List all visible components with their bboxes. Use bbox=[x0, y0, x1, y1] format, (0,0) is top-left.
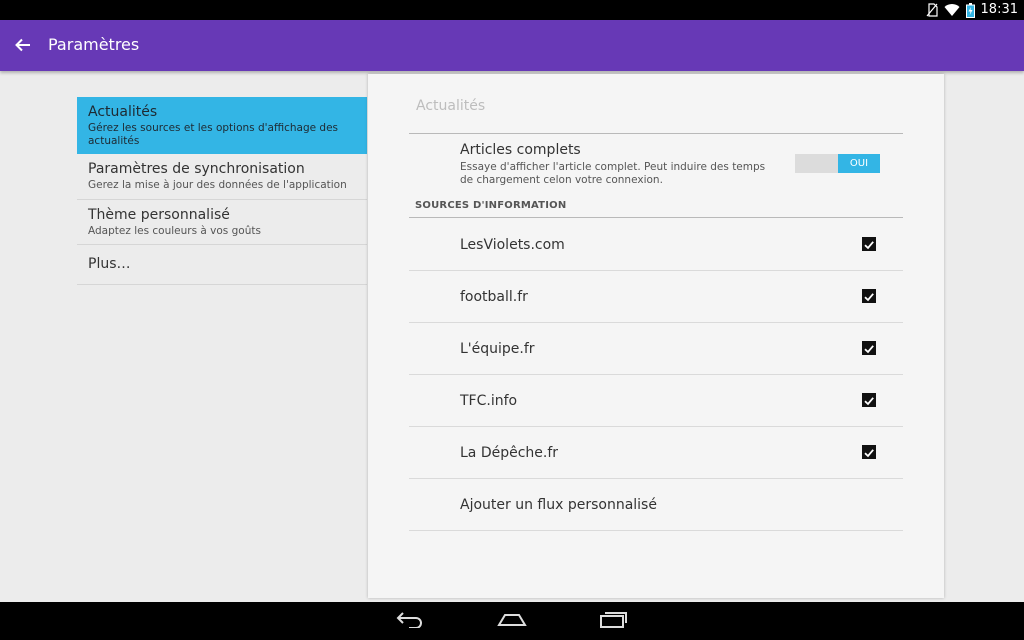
source-label: TFC.info bbox=[460, 393, 518, 409]
source-item-lequipe[interactable]: L'équipe.fr bbox=[409, 323, 903, 375]
nav-item-theme[interactable]: Thème personnalisé Adaptez les couleurs … bbox=[77, 200, 367, 245]
divider bbox=[409, 133, 903, 134]
nav-item-actualites[interactable]: Actualités Gérez les sources et les opti… bbox=[77, 97, 367, 154]
source-item-ladepeche[interactable]: La Dépêche.fr bbox=[409, 427, 903, 479]
toggle-on-label: OUI bbox=[838, 154, 880, 173]
page-title: Paramètres bbox=[48, 35, 140, 54]
home-icon bbox=[497, 612, 527, 631]
section-title: Actualités bbox=[416, 98, 486, 114]
nav-home-button[interactable] bbox=[495, 610, 529, 632]
back-nav-icon bbox=[395, 610, 425, 632]
nav-item-title: Thème personnalisé bbox=[88, 207, 230, 223]
status-bar: 18:31 bbox=[0, 0, 1024, 20]
nav-back-button[interactable] bbox=[393, 610, 427, 632]
nav-item-subtitle: Adaptez les couleurs à vos goûts bbox=[88, 225, 261, 237]
arrow-back-icon bbox=[15, 37, 31, 56]
nav-item-plus[interactable]: Plus… bbox=[77, 245, 367, 285]
battery-charging-icon bbox=[965, 2, 975, 18]
no-sim-icon bbox=[926, 3, 938, 17]
check-icon bbox=[864, 241, 874, 250]
system-nav-bar bbox=[0, 602, 1024, 640]
divider bbox=[409, 217, 903, 218]
settings-detail-panel: Actualités Articles complets Essaye d'af… bbox=[368, 74, 944, 598]
nav-item-title: Actualités bbox=[88, 104, 158, 120]
check-icon bbox=[864, 449, 874, 458]
app-bar: Paramètres bbox=[0, 20, 1024, 71]
add-custom-feed-label: Ajouter un flux personnalisé bbox=[460, 497, 657, 513]
recents-icon bbox=[599, 610, 629, 632]
source-label: LesViolets.com bbox=[460, 237, 565, 253]
source-checkbox[interactable] bbox=[862, 393, 876, 407]
nav-item-synchronisation[interactable]: Paramètres de synchronisation Gerez la m… bbox=[77, 154, 367, 200]
source-checkbox[interactable] bbox=[862, 341, 876, 355]
source-label: football.fr bbox=[460, 289, 528, 305]
add-custom-feed-item[interactable]: Ajouter un flux personnalisé bbox=[409, 479, 903, 531]
nav-recents-button[interactable] bbox=[597, 610, 631, 632]
source-label: La Dépêche.fr bbox=[460, 445, 559, 461]
source-item-lesviolets[interactable]: LesViolets.com bbox=[409, 219, 903, 271]
check-icon bbox=[864, 345, 874, 354]
nav-item-title: Paramètres de synchronisation bbox=[88, 161, 305, 177]
source-checkbox[interactable] bbox=[862, 445, 876, 459]
full-articles-toggle[interactable]: OUI bbox=[795, 154, 880, 173]
sources-header: SOURCES D'INFORMATION bbox=[415, 200, 567, 211]
nav-item-subtitle: Gérez les sources et les options d'affic… bbox=[88, 122, 339, 147]
wifi-icon bbox=[944, 3, 960, 17]
status-icons: 18:31 bbox=[926, 2, 1018, 18]
check-icon bbox=[864, 293, 874, 302]
nav-item-subtitle: Gerez la mise à jour des données de l'ap… bbox=[88, 179, 347, 191]
check-icon bbox=[864, 397, 874, 406]
settings-nav: Actualités Gérez les sources et les opti… bbox=[77, 97, 367, 285]
source-checkbox[interactable] bbox=[862, 289, 876, 303]
source-item-tfc[interactable]: TFC.info bbox=[409, 375, 903, 427]
source-item-football[interactable]: football.fr bbox=[409, 271, 903, 323]
back-button[interactable] bbox=[10, 33, 36, 59]
source-label: L'équipe.fr bbox=[460, 341, 535, 357]
full-articles-description: Essaye d'afficher l'article complet. Peu… bbox=[460, 161, 766, 186]
status-time: 18:31 bbox=[980, 2, 1018, 17]
source-checkbox[interactable] bbox=[862, 237, 876, 251]
nav-item-title: Plus… bbox=[88, 256, 131, 272]
